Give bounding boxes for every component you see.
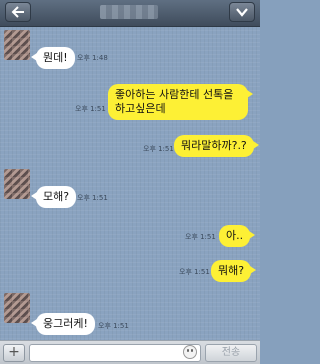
message-time: 오후 1:51 bbox=[185, 233, 216, 241]
chevron-down-icon bbox=[236, 8, 248, 17]
avatar[interactable] bbox=[4, 169, 30, 199]
message-bubble-received[interactable]: 웅그러케! bbox=[31, 313, 95, 335]
message-time: 오후 1:51 bbox=[98, 322, 129, 330]
message-bubble-received[interactable]: 뭔데! bbox=[31, 47, 75, 69]
message-bubble-sent[interactable]: 뭐해? bbox=[211, 260, 257, 282]
message-time: 오후 1:48 bbox=[77, 54, 108, 62]
input-bar: + 전송 bbox=[0, 340, 260, 364]
message-bubble-sent[interactable]: 아.. bbox=[219, 225, 256, 247]
send-button[interactable]: 전송 bbox=[205, 344, 257, 362]
menu-button[interactable] bbox=[229, 2, 255, 22]
arrow-left-icon bbox=[11, 6, 24, 18]
chat-title-blurred bbox=[100, 5, 158, 19]
top-bar bbox=[0, 0, 260, 27]
message-time: 오후 1:51 bbox=[143, 145, 174, 153]
back-button[interactable] bbox=[5, 2, 31, 22]
avatar[interactable] bbox=[4, 293, 30, 323]
avatar[interactable] bbox=[4, 30, 30, 60]
message-time: 오후 1:51 bbox=[179, 268, 210, 276]
message-bubble-sent[interactable]: 좋아하는 사람한테 선톡을 하고싶은데 bbox=[108, 84, 253, 120]
message-bubble-sent[interactable]: 뭐라말하까?.? bbox=[174, 135, 259, 157]
message-time: 오후 1:51 bbox=[75, 105, 106, 113]
message-time: 오후 1:51 bbox=[77, 194, 108, 202]
message-bubble-received[interactable]: 모해? bbox=[30, 186, 77, 208]
emoji-icon[interactable] bbox=[183, 345, 197, 359]
message-input[interactable] bbox=[29, 344, 201, 362]
message-line: 좋아하는 사람한테 선톡을 bbox=[115, 88, 234, 101]
message-line: 하고싶은데 bbox=[115, 102, 166, 115]
plus-button[interactable]: + bbox=[3, 344, 25, 362]
